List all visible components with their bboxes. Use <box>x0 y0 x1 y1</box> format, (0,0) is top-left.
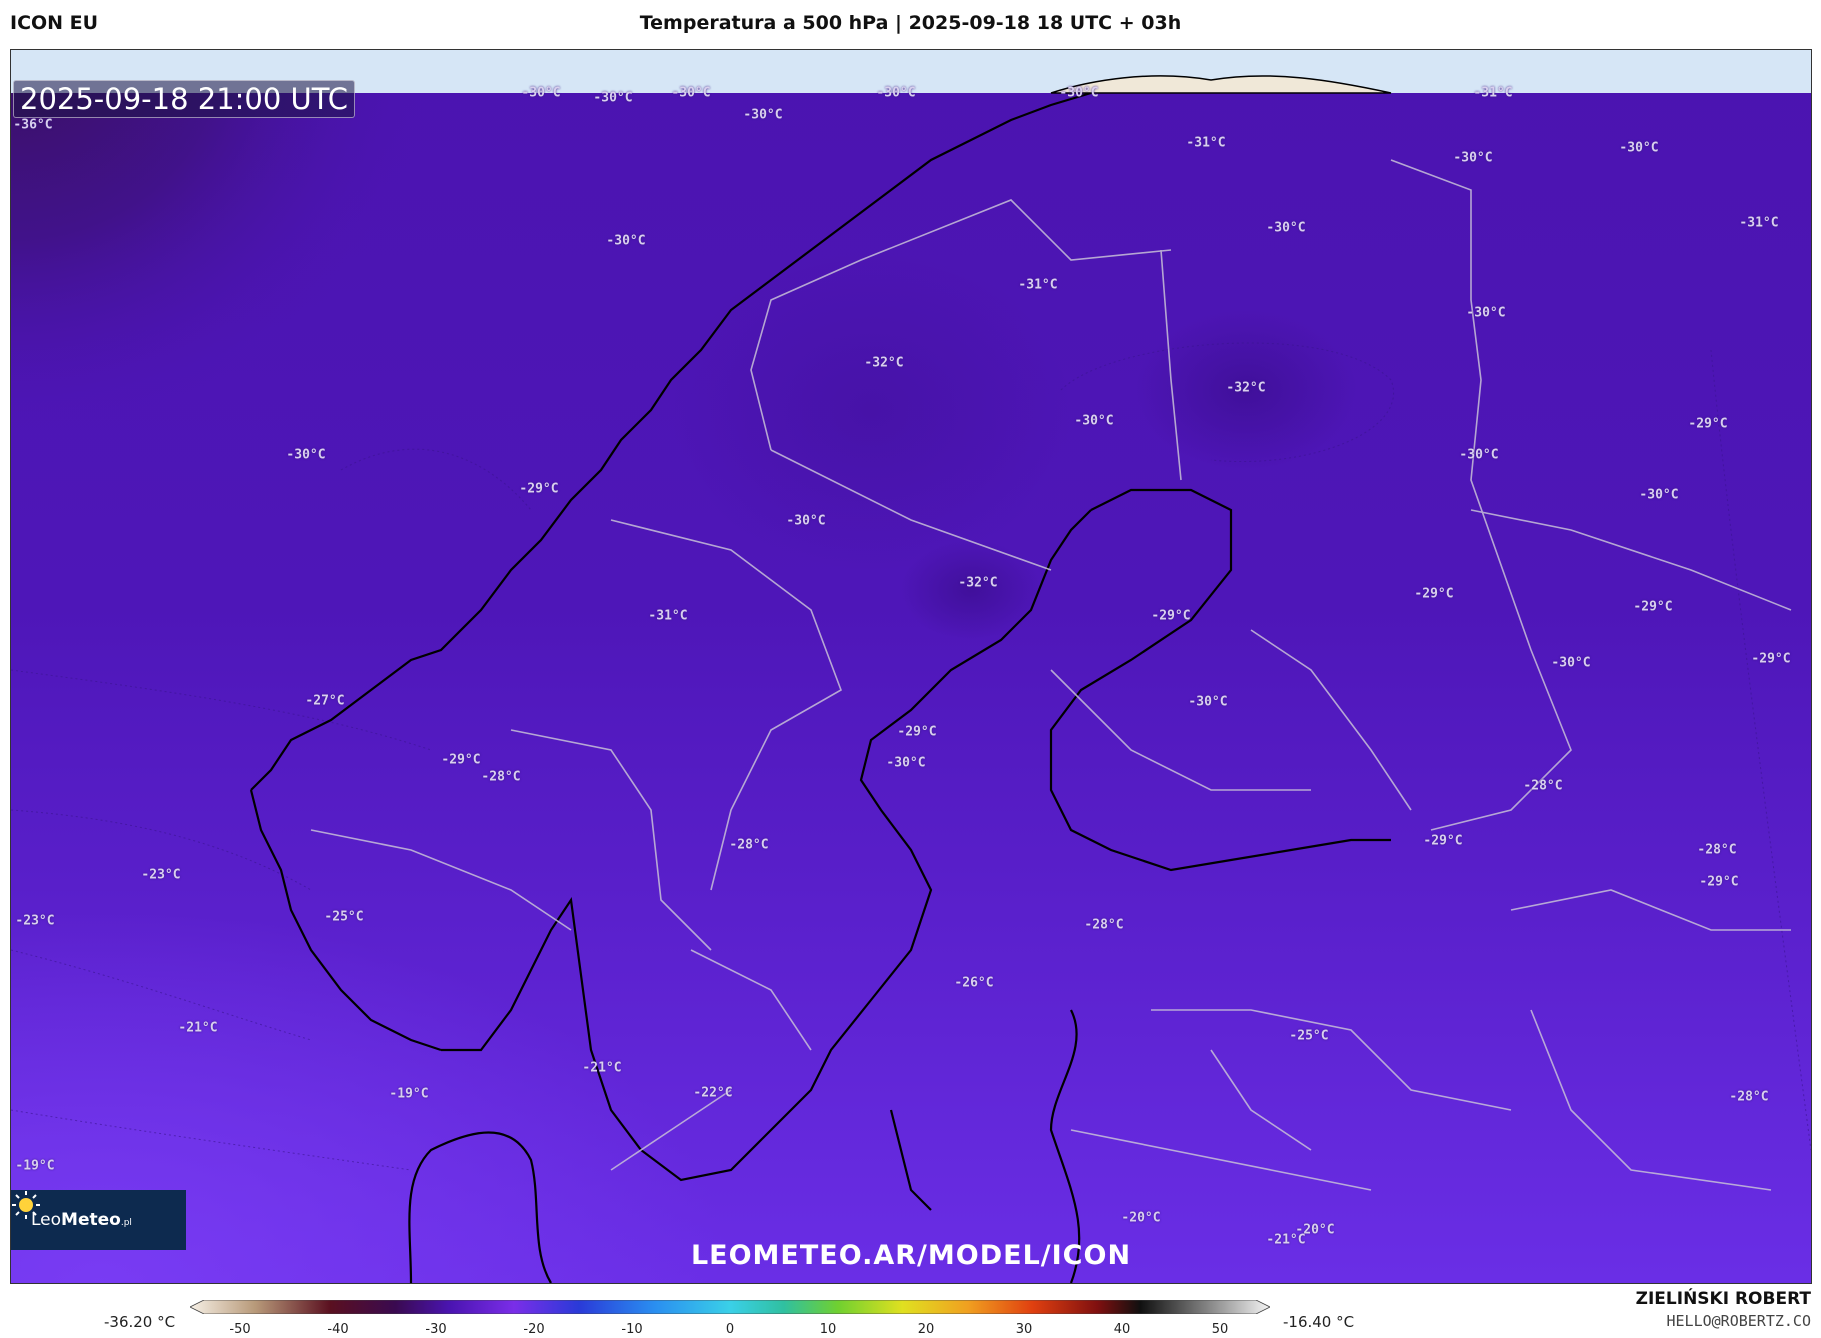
temperature-label: -30°C <box>1619 140 1659 156</box>
temperature-label: -30°C <box>786 513 826 529</box>
temperature-label: -29°C <box>1151 608 1191 624</box>
temperature-label: -29°C <box>1414 586 1454 602</box>
colorbar-tick-label: 10 <box>819 1322 837 1337</box>
temperature-label: -30°C <box>1639 487 1679 503</box>
temperature-label: -31°C <box>1018 277 1058 293</box>
temperature-label: -29°C <box>897 724 937 740</box>
temperature-label: -29°C <box>1688 416 1728 432</box>
colorbar-tick-label: 40 <box>1113 1322 1131 1337</box>
temperature-label: -31°C <box>1739 215 1779 231</box>
temperature-label: -36°C <box>13 117 53 133</box>
temperature-label: -30°C <box>1188 694 1228 710</box>
temperature-label: -30°C <box>606 233 646 249</box>
colorbar-tick-label: 0 <box>725 1322 735 1337</box>
temperature-label: -29°C <box>1751 651 1791 667</box>
temperature-label: -25°C <box>324 909 364 925</box>
watermark-url: LEOMETEO.AR/MODEL/ICON <box>690 1240 1132 1271</box>
temperature-label: -29°C <box>1633 599 1673 615</box>
map-title: Temperatura a 500 hPa | 2025-09-18 18 UT… <box>639 12 1182 34</box>
colorbar-max-label: -16.40 °C <box>1283 1313 1355 1331</box>
colorbar-tick-label: -30 <box>425 1322 447 1337</box>
colorbar-tick-label: -40 <box>327 1322 349 1337</box>
temperature-label: -30°C <box>743 107 783 123</box>
temperature-label: -31°C <box>1186 135 1226 151</box>
temperature-label: -21°C <box>178 1020 218 1036</box>
temperature-label: -30°C <box>1266 220 1306 236</box>
temperature-label: -21°C <box>582 1060 622 1076</box>
temperature-label: -30°C <box>671 85 711 101</box>
colorbar-tick-label: 20 <box>917 1322 935 1337</box>
colorbar <box>190 1300 1270 1314</box>
temperature-label: -28°C <box>729 837 769 853</box>
temperature-label: -28°C <box>1084 917 1124 933</box>
temperature-label: -29°C <box>1423 833 1463 849</box>
colorbar-tick-label: -20 <box>523 1322 545 1337</box>
temperature-label: -27°C <box>305 693 345 709</box>
temperature-label: -29°C <box>441 752 481 768</box>
temperature-label: -25°C <box>1289 1028 1329 1044</box>
temperature-label: -26°C <box>954 975 994 991</box>
temperature-label: -20°C <box>1121 1210 1161 1226</box>
temperature-label: -29°C <box>1699 874 1739 890</box>
temperature-label: -30°C <box>1466 305 1506 321</box>
map-canvas <box>11 50 1811 1283</box>
logo-wordmark: LeoMeteo.pl <box>31 1210 132 1230</box>
temperature-label: -29°C <box>519 481 559 497</box>
temperature-label: -22°C <box>693 1085 733 1101</box>
temperature-label: -23°C <box>15 913 55 929</box>
temperature-label: -30°C <box>1551 655 1591 671</box>
temperature-label: -28°C <box>1729 1089 1769 1105</box>
temperature-label: -30°C <box>886 755 926 771</box>
temperature-label: -32°C <box>864 355 904 371</box>
temperature-label: -32°C <box>1226 380 1266 396</box>
author-email: HELLO@ROBERTZ.CO <box>1666 1312 1812 1330</box>
temperature-label: -30°C <box>286 447 326 463</box>
temperature-label: -30°C <box>521 85 561 101</box>
valid-time-badge: 2025-09-18 21:00 UTC <box>13 80 356 118</box>
colorbar-tick-label: 50 <box>1211 1322 1229 1337</box>
temperature-label: -30°C <box>1074 413 1114 429</box>
temperature-label: -28°C <box>481 769 521 785</box>
colorbar-tick-label: 30 <box>1015 1322 1033 1337</box>
author-name: ZIELIŃSKI ROBERT <box>1635 1289 1811 1309</box>
temperature-label: -28°C <box>1523 778 1563 794</box>
temperature-label: -19°C <box>389 1086 429 1102</box>
temperature-label: -31°C <box>648 608 688 624</box>
colorbar-min-label: -36.20 °C <box>104 1313 176 1331</box>
sun-icon <box>12 1191 40 1219</box>
colorbar-tick-label: -10 <box>621 1322 643 1337</box>
temperature-label: -30°C <box>1459 447 1499 463</box>
temperature-label: -19°C <box>15 1158 55 1174</box>
temperature-label: -23°C <box>141 867 181 883</box>
temperature-label: -30°C <box>593 90 633 106</box>
colorbar-tick-label: -50 <box>229 1322 251 1337</box>
temperature-label: -31°C <box>1473 85 1513 101</box>
temperature-label: -28°C <box>1697 842 1737 858</box>
temperature-label: -30°C <box>876 85 916 101</box>
temperature-label: -32°C <box>958 575 998 591</box>
temperature-label: -30°C <box>1059 85 1099 101</box>
map-panel: 2025-09-18 21:00 UTC -36°C -30°C -30°C -30°… <box>10 49 1812 1284</box>
temperature-label: -30°C <box>1453 150 1493 166</box>
